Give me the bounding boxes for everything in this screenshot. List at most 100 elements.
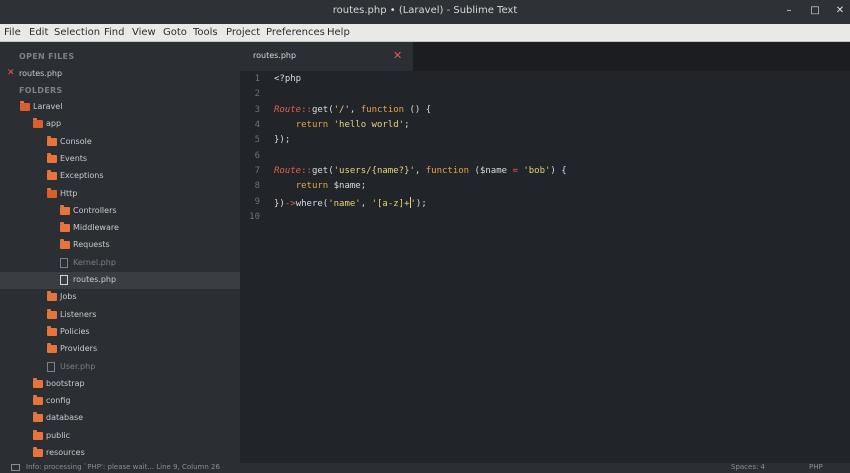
line-code: return 'hello world'; xyxy=(274,120,410,130)
folder-icon xyxy=(47,309,57,319)
code-token: , xyxy=(349,105,361,115)
menu-view[interactable]: View xyxy=(132,27,156,38)
status-message: Info: processing `PHP': please wait... L… xyxy=(26,463,220,471)
folder-icon xyxy=(33,447,43,457)
folder-open-icon xyxy=(47,188,57,198)
code-line[interactable]: 5}); xyxy=(240,135,850,150)
line-number: 4 xyxy=(254,120,260,130)
line-number: 10 xyxy=(249,212,260,222)
open-file-item[interactable]: ✕ routes.php xyxy=(0,66,240,83)
console-icon[interactable] xyxy=(11,464,20,471)
indentation-setting[interactable]: Spaces: 4 xyxy=(731,463,765,471)
status-bar: Info: processing `PHP': please wait... L… xyxy=(0,463,850,473)
menu-selection[interactable]: Selection xyxy=(54,27,100,38)
code-token: }); xyxy=(274,135,291,145)
menu-goto[interactable]: Goto xyxy=(163,27,187,38)
menu-tools[interactable]: Tools xyxy=(193,27,218,38)
code-token: return xyxy=(295,181,329,191)
tree-item[interactable]: User.php xyxy=(0,359,240,376)
code-token: 'users/{name?}' xyxy=(333,166,415,176)
tree-item[interactable]: Requests xyxy=(0,237,240,254)
code-token: :: xyxy=(301,105,312,115)
close-icon[interactable]: ✕ xyxy=(7,68,15,78)
code-editor[interactable]: 1 <?php 2 3 Route::get('/', function () {4 r… xyxy=(240,71,850,463)
menu-file[interactable]: File xyxy=(4,27,21,38)
menu-edit[interactable]: Edit xyxy=(29,27,48,38)
tree-item[interactable]: Jobs xyxy=(0,289,240,306)
code-token: function xyxy=(360,105,405,115)
code-token: :: xyxy=(301,166,312,176)
code-line[interactable]: 9})->where('name', '[a-z]+'); xyxy=(240,197,850,212)
tree-item[interactable]: app xyxy=(0,116,240,133)
tree-item-label: Exceptions xyxy=(60,171,104,180)
code-line[interactable]: 1 <?php xyxy=(240,74,850,89)
folder-icon xyxy=(33,412,43,422)
code-line[interactable]: 7 Route::get('users/{name?}', function ($… xyxy=(240,166,850,181)
code-line[interactable]: 4 return 'hello world'; xyxy=(240,120,850,135)
tree-item[interactable]: database xyxy=(0,410,240,427)
menu-project[interactable]: Project xyxy=(226,27,260,38)
tree-item[interactable]: routes.php xyxy=(0,272,240,289)
file-icon xyxy=(47,362,55,372)
tree-item-label: app xyxy=(46,119,62,128)
close-window-button[interactable]: ✕ xyxy=(833,4,847,18)
menu-preferences[interactable]: Preferences xyxy=(266,27,325,38)
tree-item[interactable]: Providers xyxy=(0,341,240,358)
code-line[interactable]: 8 return $name; xyxy=(240,181,850,196)
code-token: ; xyxy=(360,181,367,191)
tree-item-label: public xyxy=(46,431,71,440)
tree-item[interactable]: Middleware xyxy=(0,220,240,237)
line-code: Route::get('/', function () { xyxy=(274,105,431,115)
tree-item-label: resources xyxy=(46,448,85,457)
tree-item[interactable]: bootstrap xyxy=(0,376,240,393)
line-code: Route::get('users/{name?}', function ($n… xyxy=(274,166,567,176)
line-code: return $name; xyxy=(274,181,366,191)
tree-item[interactable]: Exceptions xyxy=(0,168,240,185)
open-files-header: OPEN FILES xyxy=(19,52,75,61)
folder-open-icon xyxy=(20,101,30,111)
code-line[interactable]: 10 xyxy=(240,212,850,227)
tree-item[interactable]: Http xyxy=(0,186,240,203)
tree-item[interactable]: Listeners xyxy=(0,307,240,324)
tree-item[interactable]: resources xyxy=(0,445,240,462)
line-number: 6 xyxy=(254,151,260,161)
code-token: 'bob' xyxy=(523,166,551,176)
menu-help[interactable]: Help xyxy=(327,27,350,38)
minimize-button[interactable]: – xyxy=(782,4,796,18)
tree-item-label: Providers xyxy=(60,344,98,353)
line-number: 5 xyxy=(254,135,260,145)
syntax-setting[interactable]: PHP xyxy=(809,463,823,471)
tab-routes-php[interactable]: routes.php ✕ xyxy=(240,42,413,71)
code-token: ) { xyxy=(550,166,567,176)
tree-item-label: Events xyxy=(60,154,88,163)
code-token: 'name' xyxy=(328,199,361,209)
folder-icon xyxy=(60,239,70,249)
tree-item[interactable]: Controllers xyxy=(0,203,240,220)
folder-icon xyxy=(47,291,57,301)
code-token: Route xyxy=(274,105,302,115)
tree-item[interactable]: config xyxy=(0,393,240,410)
tab-close-icon[interactable]: ✕ xyxy=(393,49,402,62)
code-line[interactable]: 3 Route::get('/', function () { xyxy=(240,105,850,120)
folder-icon xyxy=(47,136,57,146)
tree-item[interactable]: Laravel xyxy=(0,99,240,116)
file-icon xyxy=(60,258,68,268)
tree-item[interactable]: Kernel.php xyxy=(0,255,240,272)
tree-item[interactable]: Console xyxy=(0,134,240,151)
menu-find[interactable]: Find xyxy=(104,27,125,38)
tree-item-label: Controllers xyxy=(73,206,117,215)
tree-item-label: bootstrap xyxy=(46,379,85,388)
tree-item-label: Requests xyxy=(73,240,110,249)
tree-item[interactable]: Policies xyxy=(0,324,240,341)
maximize-button[interactable]: □ xyxy=(808,4,822,18)
tree-item-label: Listeners xyxy=(60,310,97,319)
folder-icon xyxy=(47,343,57,353)
code-line[interactable]: 2 xyxy=(240,89,850,104)
tree-item[interactable]: Events xyxy=(0,151,240,168)
code-line[interactable]: 6 xyxy=(240,151,850,166)
folder-icon xyxy=(47,326,57,336)
code-token: $name xyxy=(333,181,361,191)
tree-item[interactable]: public xyxy=(0,428,240,445)
open-file-label: routes.php xyxy=(19,69,63,78)
